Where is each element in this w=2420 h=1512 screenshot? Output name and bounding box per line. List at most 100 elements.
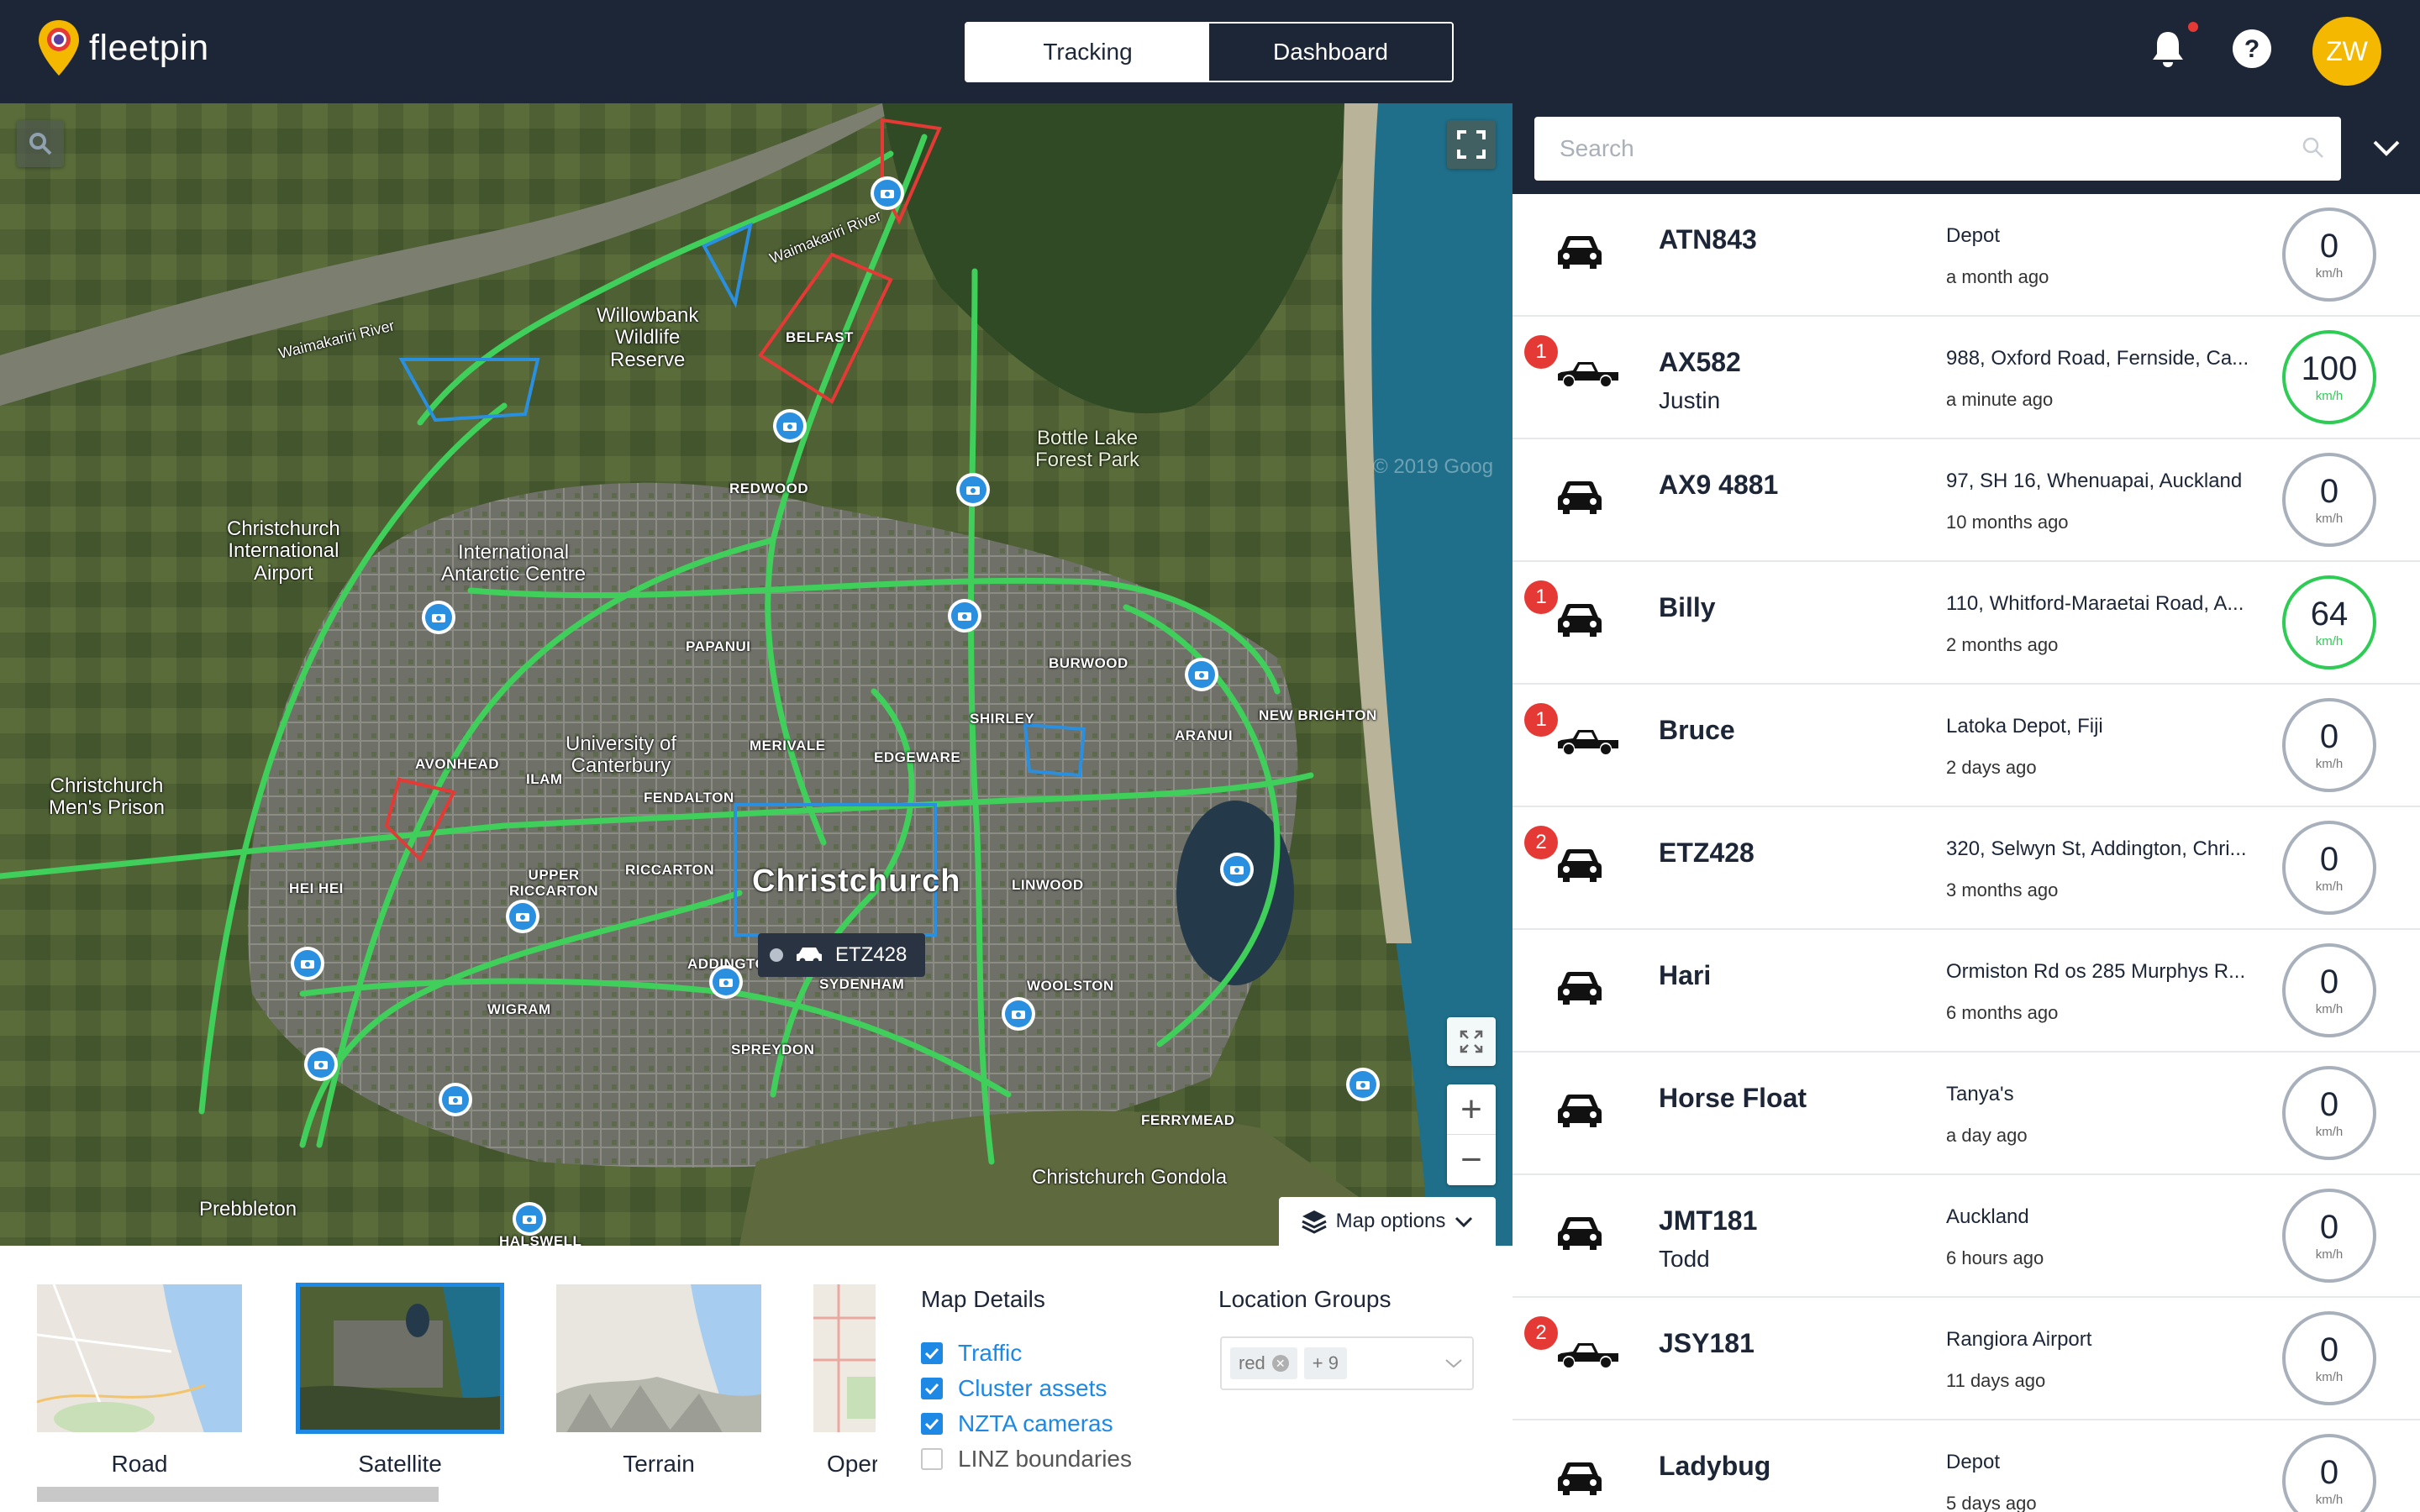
speed-value: 100 — [2301, 349, 2358, 387]
map-type-terrain-label: Terrain — [623, 1451, 695, 1477]
nzta-camera-marker[interactable] — [1346, 1068, 1380, 1101]
speed-gauge: 0 km/h — [2282, 943, 2376, 1037]
nzta-camera-marker[interactable] — [304, 1047, 338, 1081]
speed-value: 0 — [2319, 717, 2339, 755]
cluster-assets-checkbox[interactable]: Cluster assets — [921, 1375, 1107, 1402]
vehicle-location: Rangiora Airport — [1946, 1328, 2092, 1351]
vehicle-name: ETZ428 — [1659, 837, 1754, 868]
camera-icon — [958, 612, 971, 621]
speed-unit: km/h — [2315, 511, 2344, 526]
map-label-willowbank: Willowbank Wildlife Reserve — [597, 304, 699, 371]
vehicle-location: Tanya's — [1946, 1083, 2014, 1105]
top-bar: fleetpin Tracking Dashboard ? ZW — [0, 0, 2420, 103]
map-type-road[interactable] — [35, 1283, 244, 1434]
svg-text:?: ? — [2244, 35, 2260, 63]
nzta-camera-marker[interactable] — [422, 601, 455, 634]
nzta-camera-marker[interactable] — [956, 473, 990, 507]
expand-map-button[interactable] — [1447, 1017, 1496, 1066]
vehicle-row[interactable]: 2 JSY181 Rangiora Airport 11 days ago 0 km/h — [1512, 1298, 2420, 1420]
nzta-camera-marker[interactable] — [948, 599, 981, 633]
thumbnail-scrollbar[interactable] — [37, 1487, 439, 1502]
camera-icon — [719, 979, 733, 987]
map-label-new-brighton: NEW BRIGHTON — [1259, 707, 1377, 723]
map-type-satellite[interactable] — [296, 1283, 504, 1434]
vehicle-row[interactable]: 2 ETZ428 320, Selwyn St, Addington, Chri..… — [1512, 807, 2420, 930]
speed-gauge: 100 km/h — [2282, 330, 2376, 424]
map-label-wigram: WIGRAM — [487, 1001, 551, 1017]
nzta-camera-marker[interactable] — [1220, 853, 1254, 886]
map-type-open[interactable] — [812, 1283, 877, 1434]
map-label-christchurch: Christchurch — [752, 864, 961, 899]
map-type-open-label: Oper — [827, 1451, 877, 1477]
map-label-university: University of Canterbury — [566, 732, 677, 778]
selected-vehicle-marker[interactable]: ETZ428 — [758, 933, 926, 977]
linz-boundaries-checkbox[interactable]: LINZ boundaries — [921, 1446, 1132, 1473]
traffic-checkbox[interactable]: Traffic — [921, 1340, 1022, 1367]
nzta-camera-marker[interactable] — [291, 947, 324, 980]
vehicle-location: 320, Selwyn St, Addington, Chri... — [1946, 837, 2247, 860]
nzta-camera-marker[interactable] — [773, 409, 807, 443]
nzta-camera-marker[interactable] — [1002, 997, 1035, 1031]
vehicle-search-input[interactable] — [1534, 117, 2341, 181]
camera-icon — [301, 960, 314, 969]
speed-unit: km/h — [2315, 633, 2344, 648]
tab-dashboard[interactable]: Dashboard — [1209, 24, 1452, 81]
vehicle-row[interactable]: 1 AX582 Justin 988, Oxford Road, Fernside, … — [1512, 317, 2420, 439]
vehicle-location: 97, SH 16, Whenuapai, Auckland — [1946, 470, 2243, 492]
vehicle-row[interactable]: AX9 4881 97, SH 16, Whenuapai, Auckland 10… — [1512, 439, 2420, 562]
speed-value: 0 — [2319, 1085, 2339, 1123]
camera-icon — [432, 614, 445, 622]
last-seen-time: 10 months ago — [1946, 512, 2069, 533]
vehicle-row[interactable]: JMT181 Todd Auckland 6 hours ago 0 km/h — [1512, 1175, 2420, 1298]
nzta-camera-marker[interactable] — [1185, 658, 1218, 691]
vehicle-row[interactable]: Hari Ormiston Rd os 285 Murphys R... 6 mon… — [1512, 930, 2420, 1053]
nzta-camera-marker[interactable] — [871, 176, 904, 210]
map-search-button[interactable] — [17, 120, 64, 167]
notification-dot — [2188, 22, 2198, 32]
camera-icon — [881, 190, 894, 198]
location-groups-select[interactable]: red ✕ + 9 — [1220, 1336, 1474, 1390]
vehicle-row[interactable]: Horse Float Tanya's a day ago 0 km/h — [1512, 1053, 2420, 1175]
help-icon[interactable]: ? — [2228, 25, 2275, 72]
map-label-hei-hei: HEI HEI — [289, 880, 344, 896]
map-view[interactable]: Christchurch Willowbank Wildlife Reserve… — [0, 103, 1512, 1246]
map-details-title: Map Details — [921, 1286, 1045, 1312]
vehicle-row[interactable]: 1 Billy 110, Whitford-Maraetai Road, A... 2… — [1512, 562, 2420, 685]
car-icon — [1555, 1091, 1605, 1134]
vehicle-name: Bruce — [1659, 715, 1735, 745]
map-type-terrain[interactable] — [555, 1283, 763, 1434]
nzta-camera-marker[interactable] — [513, 1202, 546, 1236]
search-bar — [1512, 103, 2420, 194]
nzta-camera-marker[interactable] — [506, 900, 539, 933]
fullscreen-button[interactable] — [1447, 120, 1496, 169]
map-label-woolston: WOOLSTON — [1027, 978, 1114, 994]
vehicle-location: Latoka Depot, Fiji — [1946, 715, 2103, 738]
last-seen-time: a minute ago — [1946, 389, 2054, 410]
selected-vehicle-name: ETZ428 — [835, 943, 908, 966]
nzta-camera-marker[interactable] — [709, 965, 743, 999]
view-switcher: Tracking Dashboard — [965, 22, 1454, 82]
app-logo[interactable]: fleetpin — [37, 18, 209, 77]
vehicle-row[interactable]: Ladybug Depot 5 days ago 0 km/h — [1512, 1420, 2420, 1512]
nzta-cameras-checkbox[interactable]: NZTA cameras — [921, 1410, 1113, 1437]
map-options-button[interactable]: Map options — [1279, 1197, 1496, 1246]
fullscreen-icon — [1457, 130, 1486, 159]
camera-icon — [449, 1096, 462, 1105]
speed-unit: km/h — [2315, 1001, 2344, 1016]
zoom-in-button[interactable]: + — [1447, 1084, 1496, 1135]
speed-value: 0 — [2319, 963, 2339, 1000]
tab-tracking[interactable]: Tracking — [966, 24, 1209, 81]
chevron-down-icon[interactable] — [2368, 129, 2405, 165]
speed-gauge: 0 km/h — [2282, 1189, 2376, 1283]
map-label-burwood: BURWOOD — [1049, 655, 1128, 671]
speed-unit: km/h — [2315, 1492, 2344, 1507]
remove-tag-icon[interactable]: ✕ — [1271, 1355, 1289, 1372]
user-avatar[interactable]: ZW — [2312, 17, 2381, 86]
vehicle-row[interactable]: 1 Bruce Latoka Depot, Fiji 2 days ago 0 km/h — [1512, 685, 2420, 807]
location-group-tag-label: red — [1239, 1352, 1265, 1373]
bell-icon[interactable] — [2144, 25, 2191, 72]
nzta-camera-marker[interactable] — [439, 1083, 472, 1116]
vehicle-row[interactable]: ATN843 Depot a month ago 0 km/h — [1512, 194, 2420, 317]
camera-icon — [1230, 866, 1244, 874]
zoom-out-button[interactable]: − — [1447, 1135, 1496, 1185]
